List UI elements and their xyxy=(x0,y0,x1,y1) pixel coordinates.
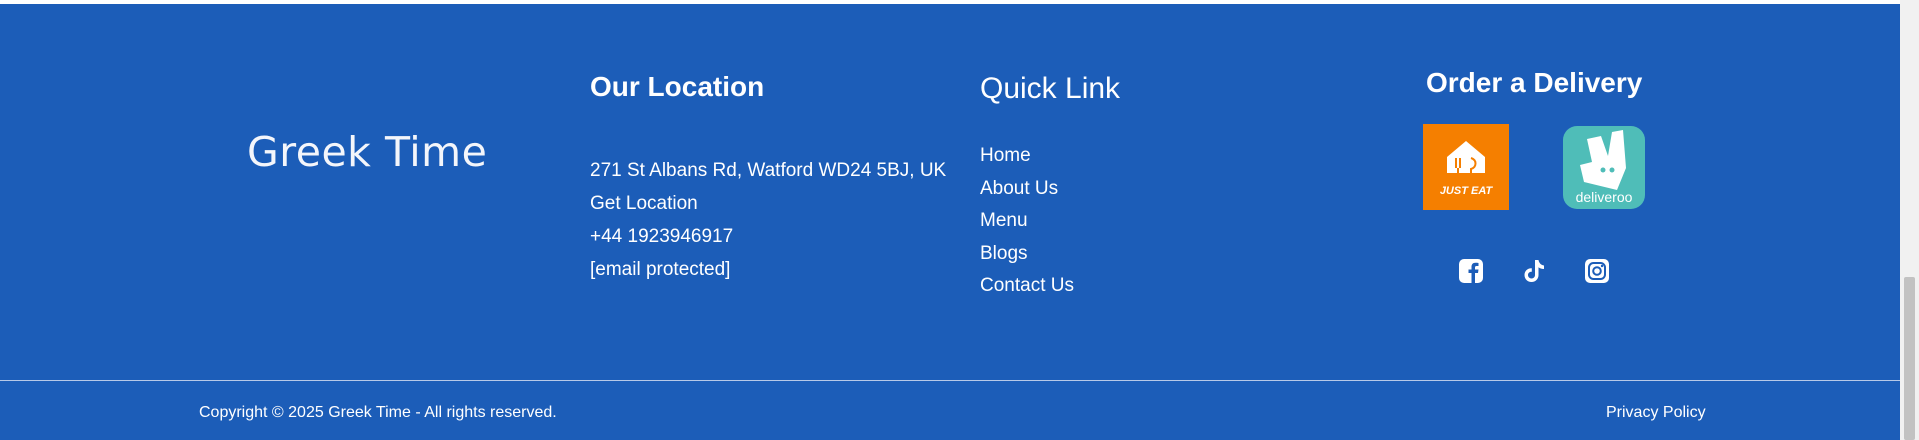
quick-link-blogs[interactable]: Blogs xyxy=(980,243,1028,264)
footer-divider xyxy=(0,380,1900,381)
just-eat-logo-icon: JUST EAT xyxy=(1440,141,1494,197)
copyright-text: Copyright © 2025 Greek Time - All rights… xyxy=(199,404,557,421)
just-eat-label: JUST EAT xyxy=(1440,185,1494,197)
just-eat-link[interactable]: JUST EAT xyxy=(1423,124,1509,210)
page-scrollbar[interactable] xyxy=(1900,0,1919,440)
phone-link[interactable]: +44 1923946917 xyxy=(590,226,733,247)
location-title: Our Location xyxy=(590,71,765,102)
instagram-icon xyxy=(1585,259,1609,283)
quick-link-menu[interactable]: Menu xyxy=(980,210,1028,231)
location-details: 271 St Albans Rd, Watford WD24 5BJ, UK G… xyxy=(590,154,946,286)
quick-link-contact[interactable]: Contact Us xyxy=(980,275,1074,296)
quick-link-about[interactable]: About Us xyxy=(980,178,1058,199)
tiktok-link[interactable] xyxy=(1521,258,1547,284)
tiktok-icon xyxy=(1524,260,1544,282)
deliveroo-link[interactable]: deliveroo xyxy=(1563,126,1645,209)
instagram-link[interactable] xyxy=(1584,258,1610,284)
get-location-link[interactable]: Get Location xyxy=(590,193,698,214)
facebook-link[interactable] xyxy=(1458,258,1484,284)
deliveroo-logo-icon: deliveroo xyxy=(1576,130,1633,205)
brand-name[interactable]: Greek Time xyxy=(247,128,487,176)
quick-link-home[interactable]: Home xyxy=(980,145,1031,166)
facebook-icon xyxy=(1459,259,1483,283)
email-link[interactable]: [email protected] xyxy=(590,259,730,280)
scrollbar-thumb[interactable] xyxy=(1904,277,1915,440)
quick-link-title: Quick Link xyxy=(980,72,1121,105)
address-text: 271 St Albans Rd, Watford WD24 5BJ, UK xyxy=(590,160,947,181)
deliveroo-label: deliveroo xyxy=(1576,189,1633,205)
privacy-policy-link[interactable]: Privacy Policy xyxy=(1606,404,1706,422)
quick-links-list: Home About Us Menu Blogs Contact Us xyxy=(980,140,1074,303)
site-footer: Greek Time Our Location 271 St Albans Rd… xyxy=(0,4,1900,440)
order-delivery-title: Order a Delivery xyxy=(1426,67,1643,98)
